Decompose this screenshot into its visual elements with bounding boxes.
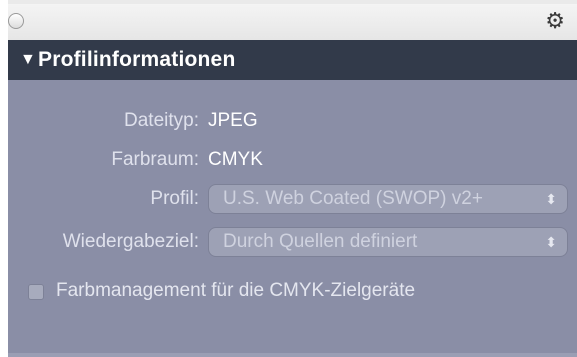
farbraum-value: CMYK — [208, 149, 263, 170]
wiedergabeziel-select-value: Durch Quellen definiert — [223, 231, 418, 252]
gear-icon[interactable]: ⚙ — [545, 9, 565, 33]
profil-select-value: U.S. Web Coated (SWOP) v2+ — [223, 188, 483, 209]
wiedergabeziel-select[interactable]: Durch Quellen definiert ⬍ — [208, 227, 568, 257]
dateityp-label: Dateityp: — [124, 110, 199, 131]
section-body: Dateityp: JPEG Farbraum: CMYK Profil: U.… — [8, 80, 577, 357]
bottom-divider — [8, 353, 577, 357]
farbmanagement-checkbox[interactable] — [28, 284, 44, 300]
farbraum-label: Farbraum: — [111, 149, 199, 170]
section-title: Profilinformationen — [38, 48, 236, 71]
updown-arrows-icon: ⬍ — [545, 234, 557, 250]
updown-arrows-icon: ⬍ — [545, 191, 557, 207]
section-header[interactable]: ▼ Profilinformationen — [8, 40, 577, 80]
profile-info-panel: ⚙ ▼ Profilinformationen Dateityp: JPEG F… — [0, 0, 577, 357]
wiedergabeziel-label: Wiedergabeziel: — [62, 231, 199, 252]
profil-select[interactable]: U.S. Web Coated (SWOP) v2+ ⬍ — [208, 184, 568, 214]
profil-label: Profil: — [150, 188, 199, 209]
dateityp-value: JPEG — [208, 110, 258, 131]
disclosure-triangle-icon[interactable]: ▼ — [20, 51, 36, 69]
panel-toolbar: ⚙ — [8, 0, 577, 40]
close-circle-button[interactable] — [8, 13, 24, 29]
farbmanagement-label[interactable]: Farbmanagement für die CMYK-Zielgeräte — [56, 280, 415, 302]
